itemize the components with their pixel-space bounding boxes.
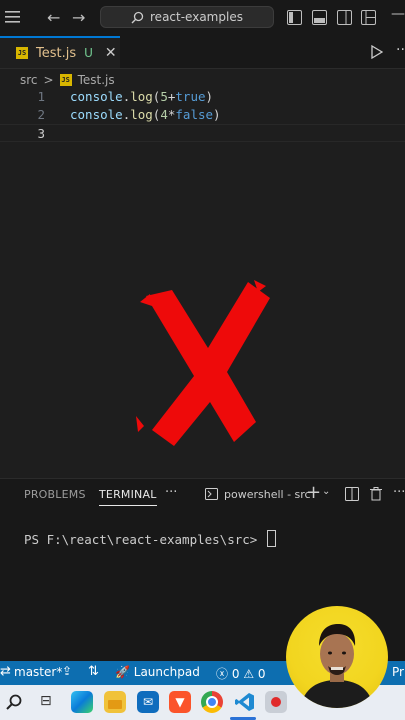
code-token: ) [205,89,214,104]
editor-tab-bar: JS Test.js U ✕ ··· [0,36,405,69]
menu-icon[interactable] [5,11,20,23]
toggle-sidebar-icon[interactable] [287,10,302,25]
toggle-secondary-sidebar-icon[interactable] [337,10,352,25]
terminal-icon [205,488,218,500]
tab-file-name: Test.js [36,45,77,61]
code-token: log [130,89,153,104]
customize-layout-icon[interactable] [361,10,376,25]
warning-icon: ⚠ [243,667,255,681]
breadcrumb-file[interactable]: Test.js [78,73,115,87]
code-token: 4 [160,107,168,122]
recording-icon[interactable] [265,691,287,713]
vscode-icon[interactable] [234,691,256,713]
title-bar: ← → react-examples — [0,0,405,36]
code-token: console [70,107,123,122]
webcam-overlay [286,606,388,708]
run-icon[interactable] [371,45,383,59]
tab-terminal[interactable]: TERMINAL [99,488,157,506]
more-actions-icon[interactable]: ··· [396,42,405,58]
javascript-file-icon: JS [16,47,28,59]
code-text: console.log(5+true) [70,88,213,106]
command-center-search[interactable]: react-examples [100,6,274,28]
code-line[interactable]: 2 console.log(4*false) [0,106,405,124]
code-token: console [70,89,123,104]
panel-header: PROBLEMS TERMINAL ··· powershell - src +… [0,479,405,509]
code-token: false [175,107,214,122]
red-x-mark-icon [136,280,270,446]
code-token: log [130,107,153,122]
new-terminal-icon[interactable]: + [306,482,321,503]
forward-arrow-icon[interactable]: → [72,8,85,27]
javascript-file-icon: JS [59,74,72,86]
launchpad-button[interactable]: 🚀 Launchpad [115,665,200,679]
windows-search-icon[interactable] [6,694,22,710]
breadcrumb-separator: > [43,73,54,87]
problems-status[interactable]: ⓧ 0 ⚠ 0 [216,665,266,682]
warning-count: 0 [257,667,266,681]
toggle-panel-icon[interactable] [312,10,327,25]
code-line[interactable]: 1 console.log(5+true) [0,88,405,106]
code-line[interactable]: 3 [0,124,405,142]
ports-icon[interactable]: ⇅ [88,664,99,679]
breadcrumb-folder[interactable]: src [20,73,38,87]
remote-icon[interactable]: ⇄ [0,664,11,679]
mail-icon[interactable]: ✉ [137,691,159,713]
code-text: console.log(4*false) [70,106,221,124]
code-token: ) [213,107,221,122]
trash-icon[interactable] [370,487,382,501]
more-actions-icon[interactable]: ··· [393,485,405,500]
terminal-prompt: PS F:\react\react-examples\src> [24,530,276,547]
presenter-image [300,624,374,708]
close-icon[interactable]: ✕ [105,45,117,61]
error-count: 0 [231,667,240,681]
chevron-down-icon[interactable]: ⌄ [322,486,330,497]
search-icon [131,11,144,23]
command-center-text: react-examples [150,10,243,24]
task-view-icon[interactable]: ⊟ [40,693,52,709]
terminal-name[interactable]: powershell - src [224,488,311,501]
code-editor[interactable]: 1 console.log(5+true) 2 console.log(4*false… [0,88,405,142]
terminal-cursor [266,530,276,547]
panel-more-icon[interactable]: ··· [165,485,177,500]
file-explorer-icon[interactable] [104,691,126,713]
line-number: 2 [37,107,45,122]
minimize-icon[interactable]: — [391,6,405,22]
error-icon: ⓧ [216,667,229,681]
sync-icon[interactable]: ⇪ [62,664,72,678]
chrome-icon[interactable] [201,691,223,713]
tab-problems[interactable]: PROBLEMS [24,488,86,501]
untracked-badge: U [84,46,93,60]
line-number: 1 [37,89,45,104]
tab-test-js[interactable]: JS Test.js U ✕ [0,36,120,68]
brave-icon[interactable]: ▼ [169,691,191,713]
branch-name: master* [14,665,63,679]
back-arrow-icon[interactable]: ← [47,8,60,27]
split-terminal-icon[interactable] [345,487,359,501]
edge-icon[interactable] [71,691,93,713]
code-token: 5 [160,89,168,104]
prettier-status[interactable]: Pr [392,665,404,679]
code-token: true [175,89,206,104]
breadcrumb: src > JS Test.js [20,71,115,89]
branch-status[interactable]: master* [14,665,62,679]
line-number: 3 [37,126,45,141]
launchpad-label: Launchpad [133,665,200,679]
